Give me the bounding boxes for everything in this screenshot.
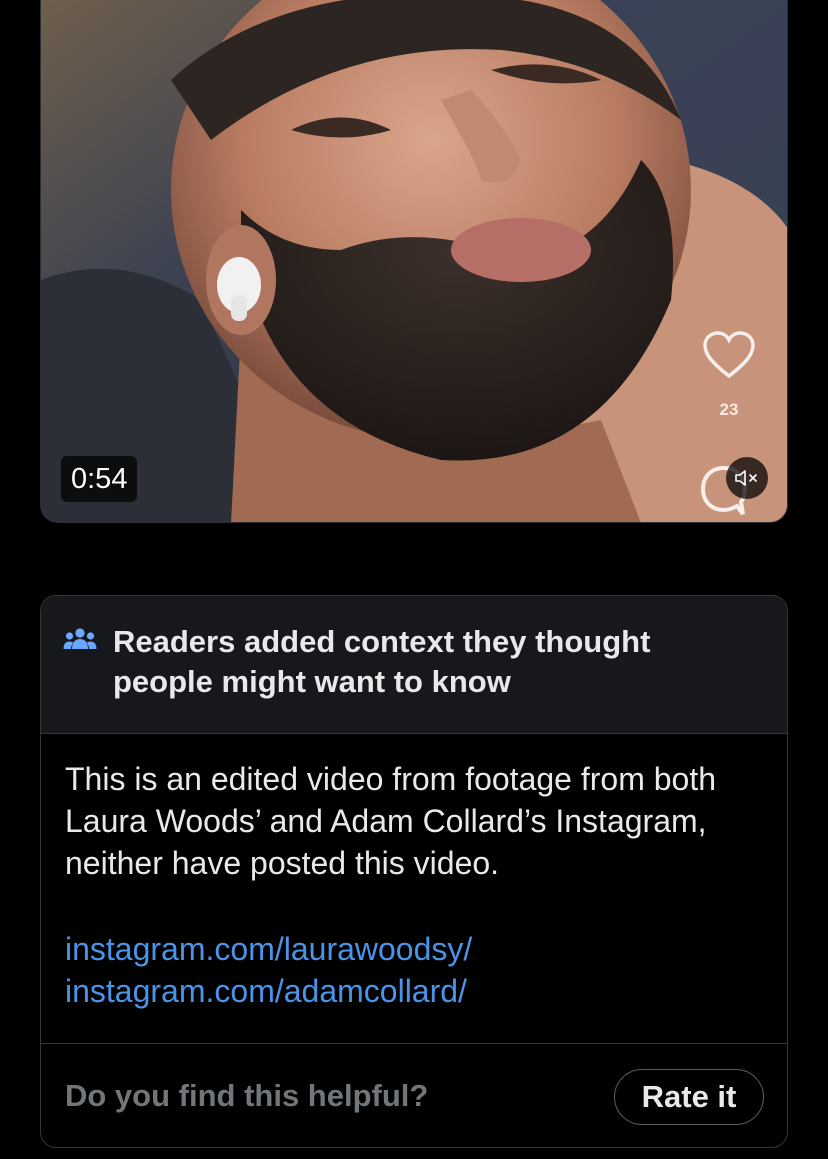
people-group-icon xyxy=(63,628,97,649)
mute-button[interactable] xyxy=(726,457,768,499)
community-note-text: This is an edited video from footage fro… xyxy=(65,761,717,881)
rate-it-button[interactable]: Rate it xyxy=(614,1069,764,1125)
overlay-like-count: 23 xyxy=(719,400,739,419)
community-note-body: This is an edited video from footage fro… xyxy=(41,734,787,1044)
video-timestamp: 0:54 xyxy=(61,456,138,502)
community-note-title: Readers added context they thought peopl… xyxy=(113,624,651,699)
source-link-adamcollard[interactable]: instagram.com/adamcollard/ xyxy=(65,970,765,1012)
community-note-header: Readers added context they thought peopl… xyxy=(41,596,787,734)
community-note-links: instagram.com/laurawoodsy/ instagram.com… xyxy=(65,928,765,1012)
community-note-footer: Do you find this helpful? Rate it xyxy=(41,1044,787,1147)
video-thumbnail xyxy=(41,0,787,522)
community-note-card: Readers added context they thought peopl… xyxy=(40,595,788,1148)
overlay-heart-icon xyxy=(703,331,755,379)
speaker-muted-icon xyxy=(735,470,757,486)
video-player[interactable]: 23 0:54 xyxy=(40,0,788,523)
page: 23 0:54 Readers added context they thoug… xyxy=(0,0,828,1159)
helpful-question: Do you find this helpful? xyxy=(65,1078,429,1113)
source-link-laurawoodsy[interactable]: instagram.com/laurawoodsy/ xyxy=(65,928,765,970)
